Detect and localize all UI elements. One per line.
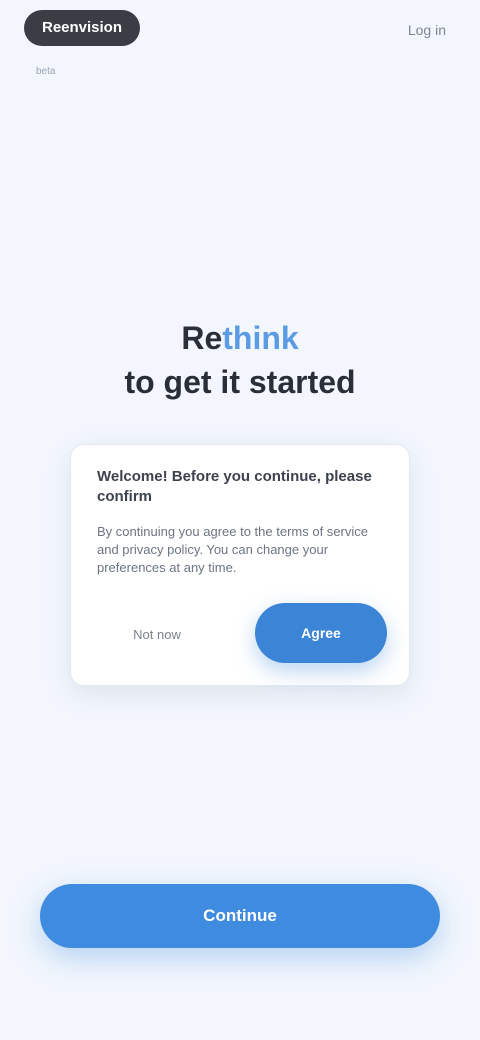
title-accent: think xyxy=(222,320,299,356)
continue-button[interactable]: Continue xyxy=(40,884,440,948)
not-now-button[interactable]: Not now xyxy=(97,621,217,649)
title-prefix: Re xyxy=(181,320,223,356)
card-title: Welcome! Before you continue, please con… xyxy=(97,468,372,505)
top-bar: Reenvision beta Log in xyxy=(0,0,480,77)
page-title: Rethink to get it started xyxy=(0,316,480,404)
card-actions: Not now Agree xyxy=(97,603,387,663)
title-line-1: Rethink xyxy=(0,316,480,360)
consent-card: Welcome! Before you continue, please con… xyxy=(70,444,410,686)
card-body: By continuing you agree to the terms of … xyxy=(97,524,368,575)
login-link[interactable]: Log in xyxy=(408,22,446,38)
title-line-2: to get it started xyxy=(124,364,356,400)
agree-button[interactable]: Agree xyxy=(255,603,387,663)
app-logo[interactable]: Reenvision xyxy=(24,10,140,46)
app-screen: Reenvision beta Log in Rethink to get it… xyxy=(0,0,480,1040)
logo-subtext: beta xyxy=(36,66,56,77)
